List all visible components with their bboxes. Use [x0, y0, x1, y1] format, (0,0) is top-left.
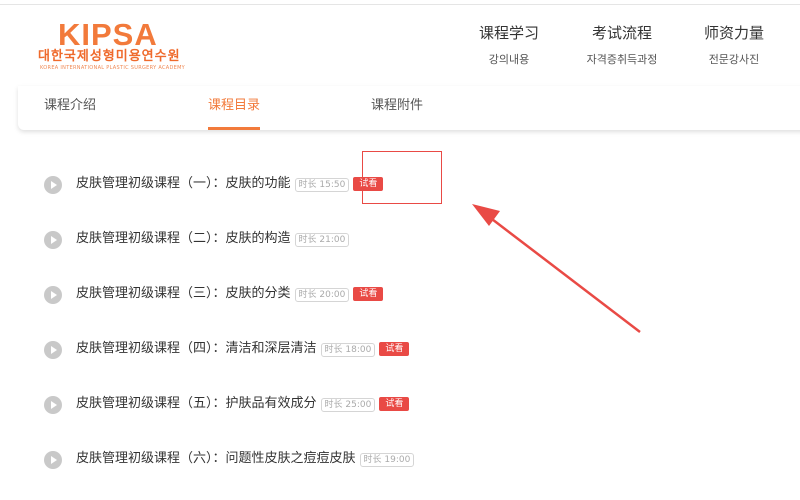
annotation-arrow-icon [472, 204, 641, 333]
